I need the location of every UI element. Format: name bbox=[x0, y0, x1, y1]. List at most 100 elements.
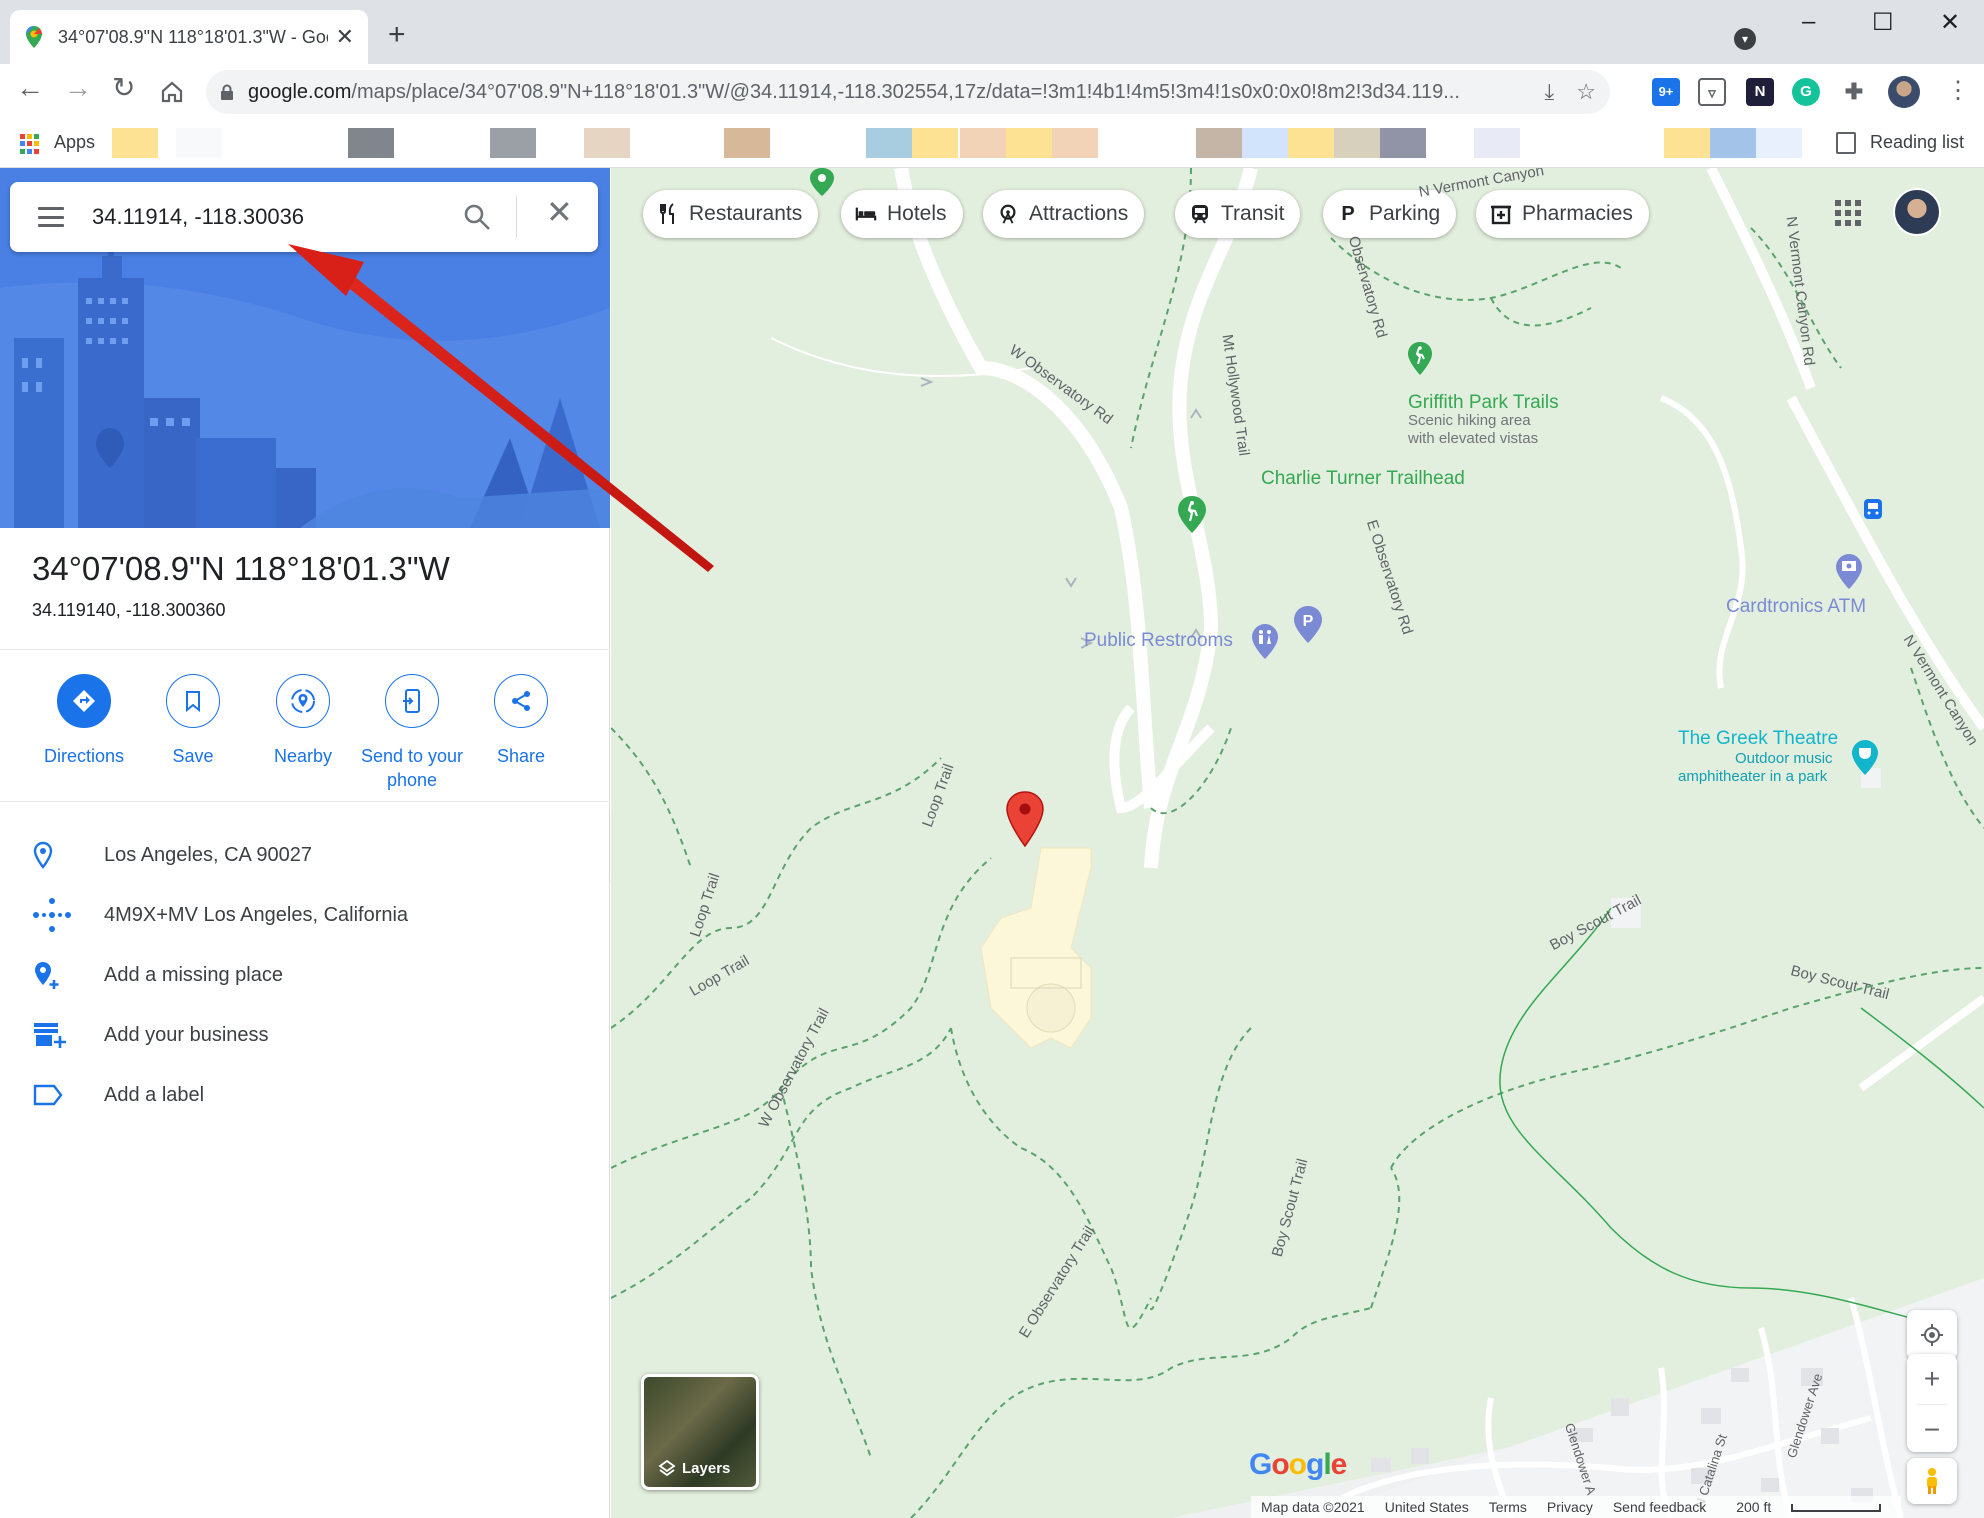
bookmark-item[interactable] bbox=[348, 128, 394, 158]
bookmark-item[interactable] bbox=[1052, 128, 1098, 158]
bookmark-item[interactable] bbox=[960, 128, 1006, 158]
bookmark-item[interactable] bbox=[490, 128, 536, 158]
country-link[interactable]: United States bbox=[1385, 1499, 1469, 1515]
terms-link[interactable]: Terms bbox=[1489, 1499, 1527, 1515]
info-row-add-label[interactable]: Add a label bbox=[0, 1067, 610, 1123]
pegman-button[interactable] bbox=[1907, 1458, 1957, 1504]
menu-hamburger-icon[interactable] bbox=[38, 207, 64, 227]
info-row-text: 4M9X+MV Los Angeles, California bbox=[104, 903, 409, 926]
bookmark-item[interactable] bbox=[1334, 128, 1380, 158]
place-panel: ✕ 34°07'08.9"N 118°18'01.3"W 34.119140, … bbox=[0, 168, 610, 1518]
chip-attractions[interactable]: Attractions bbox=[983, 190, 1145, 238]
privacy-link[interactable]: Privacy bbox=[1547, 1499, 1593, 1515]
info-row-plus-code[interactable]: 4M9X+MV Los Angeles, California bbox=[0, 887, 610, 943]
search-input[interactable] bbox=[92, 204, 432, 230]
home-icon[interactable] bbox=[160, 80, 184, 104]
tab-search-icon[interactable]: ▾ bbox=[1734, 28, 1756, 50]
info-row-address[interactable]: Los Angeles, CA 90027 bbox=[0, 827, 610, 883]
bookmark-item[interactable] bbox=[1474, 128, 1520, 158]
bookmark-item[interactable] bbox=[1756, 128, 1802, 158]
layers-button[interactable]: Layers bbox=[641, 1374, 759, 1490]
browser-tab[interactable]: 34°07'08.9"N 118°18'01.3"W - Google Maps… bbox=[10, 10, 368, 64]
profile-avatar[interactable] bbox=[1888, 76, 1920, 108]
google-apps-icon[interactable] bbox=[1835, 200, 1861, 226]
theatre-marker-icon[interactable] bbox=[1849, 738, 1881, 776]
divider bbox=[0, 649, 610, 650]
apps-grid-icon[interactable] bbox=[20, 134, 40, 154]
bookmark-item[interactable] bbox=[1710, 128, 1756, 158]
browser-toolbar: ← → ↻ google.com/maps/place/34°07'08.9"N… bbox=[0, 64, 1984, 120]
bookmark-item[interactable] bbox=[1380, 128, 1426, 158]
window-close-icon[interactable]: ✕ bbox=[1940, 8, 1960, 37]
scale-indicator[interactable]: 200 ft bbox=[1726, 1499, 1891, 1515]
hiking-marker-icon[interactable] bbox=[1405, 340, 1435, 376]
tab-close-icon[interactable]: ✕ bbox=[336, 24, 354, 50]
trailhead-marker-icon[interactable] bbox=[1175, 494, 1209, 534]
bookmark-item[interactable] bbox=[1288, 128, 1334, 158]
bookmark-item[interactable] bbox=[1664, 128, 1710, 158]
hiking-marker-top-icon[interactable] bbox=[807, 168, 837, 196]
apps-label[interactable]: Apps bbox=[54, 132, 95, 153]
share-button[interactable]: Share bbox=[456, 674, 586, 768]
extensions-puzzle-icon[interactable]: ✚ bbox=[1840, 78, 1868, 106]
my-location-button[interactable] bbox=[1907, 1310, 1957, 1360]
address-bar[interactable]: google.com/maps/place/34°07'08.9"N+118°1… bbox=[206, 70, 1610, 114]
info-row-add-business[interactable]: Add your business bbox=[0, 1007, 610, 1063]
reading-list-icon[interactable] bbox=[1836, 132, 1856, 154]
poi-public-restrooms[interactable]: Public Restrooms bbox=[1084, 630, 1233, 652]
minimize-icon[interactable]: – bbox=[1802, 8, 1815, 36]
poi-cardtronics-atm[interactable]: Cardtronics ATM bbox=[1726, 596, 1866, 618]
bookmark-item[interactable] bbox=[1196, 128, 1242, 158]
label-icon bbox=[32, 1080, 72, 1110]
bookmark-item[interactable] bbox=[1242, 128, 1288, 158]
bookmark-item[interactable] bbox=[1006, 128, 1052, 158]
chip-hotels[interactable]: Hotels bbox=[841, 190, 963, 238]
bookmark-star-icon[interactable]: ☆ bbox=[1576, 79, 1596, 105]
pocket-icon[interactable]: ▿ bbox=[1698, 78, 1726, 106]
parking-marker-icon[interactable]: P bbox=[1291, 604, 1325, 644]
extension-badge-icon[interactable]: 9+ bbox=[1652, 78, 1680, 106]
reading-list-label[interactable]: Reading list bbox=[1870, 132, 1964, 153]
map-data-attribution: Map data ©2021 bbox=[1261, 1499, 1365, 1515]
poi-charlie-turner-trailhead[interactable]: Charlie Turner Trailhead bbox=[1261, 468, 1465, 490]
add-place-icon bbox=[32, 960, 72, 990]
bookmark-item[interactable] bbox=[584, 128, 630, 158]
place-decimal-coords: 34.119140, -118.300360 bbox=[32, 600, 226, 620]
atm-marker-icon[interactable] bbox=[1833, 552, 1865, 590]
grammarly-icon[interactable]: G bbox=[1792, 78, 1820, 106]
bus-stop-icon[interactable] bbox=[1863, 498, 1883, 520]
clear-search-icon[interactable]: ✕ bbox=[546, 196, 573, 228]
url-text: google.com/maps/place/34°07'08.9"N+118°1… bbox=[248, 81, 1523, 104]
forward-icon[interactable]: → bbox=[64, 74, 92, 102]
poi-griffith-park-trails[interactable]: Griffith Park Trails bbox=[1408, 392, 1559, 414]
reload-icon[interactable]: ↻ bbox=[112, 74, 135, 102]
install-app-icon[interactable]: ⤓ bbox=[1545, 79, 1555, 105]
bookmark-item[interactable] bbox=[724, 128, 770, 158]
parking-icon: P bbox=[1341, 202, 1355, 225]
send-feedback-link[interactable]: Send feedback bbox=[1613, 1499, 1706, 1515]
bookmark-item[interactable] bbox=[912, 128, 958, 158]
chip-transit[interactable]: Transit bbox=[1175, 190, 1301, 238]
new-tab-icon[interactable]: + bbox=[388, 20, 406, 50]
zoom-in-icon[interactable]: + bbox=[1907, 1354, 1957, 1404]
map-canvas[interactable]: Restaurants Hotels Attractions Transit P… bbox=[611, 168, 1984, 1518]
restroom-marker-icon[interactable] bbox=[1249, 622, 1281, 660]
dropped-pin-icon[interactable] bbox=[1005, 790, 1045, 848]
chip-restaurants[interactable]: Restaurants bbox=[643, 190, 819, 238]
search-box[interactable]: ✕ bbox=[10, 182, 598, 252]
zoom-controls: + − bbox=[1907, 1354, 1957, 1452]
account-avatar[interactable] bbox=[1893, 188, 1941, 236]
bookmark-item[interactable] bbox=[112, 128, 158, 158]
info-row-add-place[interactable]: Add a missing place bbox=[0, 947, 610, 1003]
chip-pharmacies[interactable]: Pharmacies bbox=[1476, 190, 1649, 238]
bookmark-item[interactable] bbox=[866, 128, 912, 158]
back-icon[interactable]: ← bbox=[16, 74, 44, 102]
search-icon[interactable] bbox=[462, 202, 492, 232]
notion-icon[interactable]: N bbox=[1746, 78, 1774, 106]
poi-greek-theatre[interactable]: The Greek Theatre bbox=[1678, 728, 1838, 750]
browser-menu-icon[interactable]: ⋮ bbox=[1946, 76, 1970, 105]
zoom-out-icon[interactable]: − bbox=[1907, 1405, 1957, 1455]
extension-badge-count: 9+ bbox=[1658, 84, 1674, 99]
bookmark-item[interactable] bbox=[176, 128, 222, 158]
maximize-icon[interactable]: ☐ bbox=[1872, 8, 1894, 37]
